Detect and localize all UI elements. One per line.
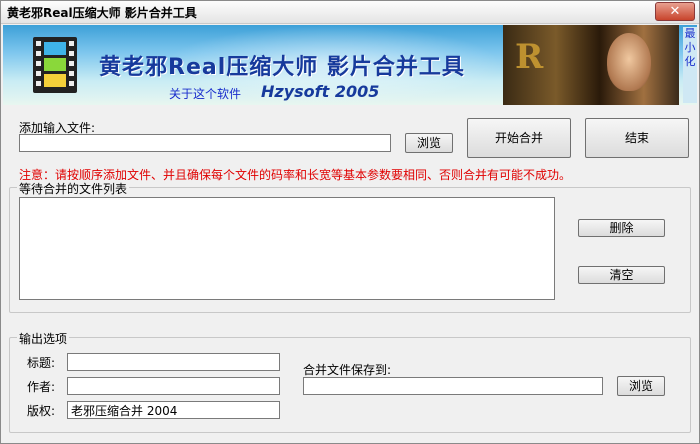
title-bar[interactable]: 黄老邪Real压缩大师 影片合并工具 ✕ bbox=[1, 1, 699, 24]
save-path-field[interactable] bbox=[303, 377, 603, 395]
file-list-group-title: 等待合并的文件列表 bbox=[17, 180, 130, 197]
brand-text: Hzysoft 2005 bbox=[261, 82, 380, 101]
minimize-label: 最小化 bbox=[684, 27, 696, 68]
window-title: 黄老邪Real压缩大师 影片合并工具 bbox=[7, 6, 197, 20]
banner-title: 黄老邪Real压缩大师 影片合并工具 bbox=[99, 55, 465, 80]
start-merge-button[interactable]: 开始合并 bbox=[467, 118, 571, 158]
pending-file-list[interactable] bbox=[19, 197, 555, 300]
clear-button[interactable]: 清空 bbox=[578, 266, 665, 284]
header-banner: 黄老邪Real压缩大师 影片合并工具 关于这个软件 Hzysoft 2005 R… bbox=[3, 25, 697, 105]
copyright-field[interactable] bbox=[67, 401, 280, 419]
movie-character-image bbox=[607, 33, 651, 91]
end-button[interactable]: 结束 bbox=[585, 118, 689, 158]
delete-button[interactable]: 删除 bbox=[578, 219, 665, 237]
title-field[interactable] bbox=[67, 353, 280, 371]
about-link[interactable]: 关于这个软件 bbox=[169, 85, 241, 102]
minimize-button[interactable]: 最小化 bbox=[683, 27, 697, 103]
film-strip-icon bbox=[33, 37, 77, 93]
movie-logo: R bbox=[515, 37, 543, 77]
input-file-field[interactable] bbox=[19, 134, 391, 152]
browse-output-button[interactable]: 浏览 bbox=[617, 376, 665, 396]
title-label: 标题: bbox=[27, 356, 56, 370]
author-label: 作者: bbox=[27, 380, 56, 394]
copyright-label: 版权: bbox=[27, 404, 56, 418]
app-window: 黄老邪Real压缩大师 影片合并工具 ✕ 黄老邪Real压缩大师 影片合并工具 … bbox=[0, 0, 700, 444]
browse-input-button[interactable]: 浏览 bbox=[405, 133, 453, 153]
output-options-title: 输出选项 bbox=[17, 330, 70, 347]
close-button[interactable]: ✕ bbox=[655, 2, 695, 21]
save-to-label: 合并文件保存到: bbox=[303, 363, 392, 377]
author-field[interactable] bbox=[67, 377, 280, 395]
